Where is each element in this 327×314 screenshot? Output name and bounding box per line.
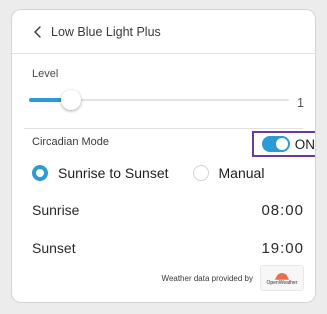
openweather-logo-text: OpenWeather (266, 280, 298, 286)
panel-header[interactable]: Low Blue Light Plus (12, 10, 315, 54)
slider-thumb[interactable] (60, 90, 81, 110)
sunrise-time: 08:00 (261, 201, 304, 219)
chevron-left-icon[interactable] (32, 25, 44, 39)
radio-label: Sunrise to Sunset (58, 165, 169, 181)
radio-unchecked-icon[interactable] (192, 165, 209, 181)
weather-credit-text: Weather data provided by (161, 273, 253, 283)
level-value: 1 (297, 96, 304, 110)
toggle-knob (275, 138, 288, 150)
divider (24, 128, 303, 129)
openweather-logo: OpenWeather (260, 265, 304, 291)
sunrise-label: Sunrise (32, 202, 80, 218)
page-title: Low Blue Light Plus (51, 24, 161, 39)
circadian-toggle-switch[interactable] (262, 136, 290, 152)
sunset-row[interactable]: Sunset 19:00 (32, 238, 304, 258)
radio-manual[interactable]: Manual (192, 165, 265, 181)
circadian-mode-label: Circadian Mode (32, 136, 110, 148)
weather-credit: Weather data provided by OpenWeather (162, 265, 304, 291)
sunset-time: 19:00 (261, 239, 304, 257)
toggle-state-label: ON (294, 136, 315, 152)
radio-sunrise-to-sunset[interactable]: Sunrise to Sunset (32, 165, 169, 181)
level-label: Level (32, 68, 59, 80)
radio-label: Manual (218, 165, 265, 181)
circadian-toggle-highlight[interactable]: ON (252, 131, 315, 157)
low-blue-light-panel: Low Blue Light Plus Level 1 Circadian Mo… (11, 9, 316, 303)
sunset-label: Sunset (32, 240, 76, 256)
schedule-radio-group: Sunrise to Sunset Manual (32, 163, 264, 183)
level-slider[interactable] (29, 90, 289, 110)
radio-checked-icon[interactable] (32, 165, 48, 181)
openweather-sun-icon (275, 273, 289, 280)
sunrise-row[interactable]: Sunrise 08:00 (32, 200, 304, 220)
